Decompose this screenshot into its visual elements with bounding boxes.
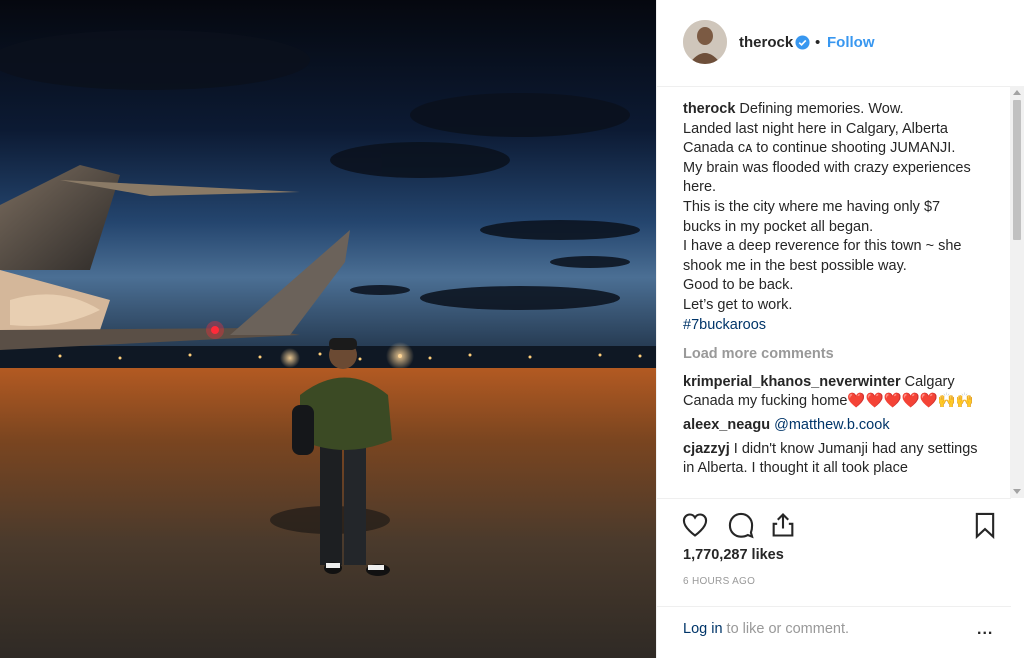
follow-button[interactable]: Follow <box>827 34 875 51</box>
post-header: therock • Follow <box>657 0 1011 87</box>
comment-username[interactable]: krimperial_khanos_neverwinter <box>683 374 901 390</box>
avatar-image <box>683 20 727 64</box>
post-footer: Log in to like or comment. ... <box>657 606 1011 659</box>
comment-item: cjazzyj I didn't know Jumanji had any se… <box>683 440 989 479</box>
more-options-button[interactable]: ... <box>977 621 993 639</box>
likes-count[interactable]: 1,770,287 likes <box>683 547 784 563</box>
caption-line: bucks in my pocket all began. <box>683 218 874 235</box>
heart-icon[interactable] <box>681 511 709 539</box>
avatar[interactable] <box>683 20 727 64</box>
post-timestamp[interactable]: 6 HOURS AGO <box>683 576 755 587</box>
hashtag-link[interactable]: #7buckaroos <box>683 317 766 333</box>
header-separator: • <box>815 34 821 51</box>
login-prompt: Log in to like or comment. <box>683 621 849 637</box>
load-more-comments-button[interactable]: Load more comments <box>683 345 989 365</box>
share-icon[interactable] <box>769 511 797 539</box>
verified-badge-icon <box>795 35 810 50</box>
caption-line: shook me in the best possible way. <box>683 257 907 274</box>
bookmark-icon[interactable] <box>971 511 999 539</box>
post-photo[interactable] <box>0 0 656 658</box>
caption-line: This is the city where me having only $7 <box>683 198 941 215</box>
caption-line: Defining memories. Wow. <box>739 101 904 117</box>
login-link[interactable]: Log in <box>683 621 723 637</box>
header-username[interactable]: therock <box>739 34 793 51</box>
caption-line: Landed last night here in Calgary, Alber… <box>683 120 948 137</box>
comment-icon[interactable] <box>727 511 755 539</box>
scrollbar-thumb[interactable] <box>1013 100 1021 240</box>
caption-line: I have a deep reverence for this town ~ … <box>683 238 962 255</box>
scroll-up-arrow-icon[interactable] <box>1013 90 1021 95</box>
comment-username[interactable]: cjazzyj <box>683 441 730 457</box>
caption-line: Let’s get to work. <box>683 296 793 313</box>
comments-list: therock Defining memories. Wow. Landed l… <box>683 100 989 496</box>
photo-scene <box>0 0 656 658</box>
comment-username[interactable]: aleex_neagu <box>683 417 770 433</box>
comments-scrollbar[interactable] <box>1010 86 1024 498</box>
caption-line: Canada ᴄᴀ to continue shooting JUMANJI. <box>683 140 956 157</box>
caption-line: here. <box>683 179 717 196</box>
scroll-down-arrow-icon[interactable] <box>1013 489 1021 494</box>
post-panel: therock • Follow therock Defining memori… <box>656 0 1024 658</box>
comment-item: aleex_neagu @matthew.b.cook <box>683 416 989 436</box>
comment-item: krimperial_khanos_neverwinter Calgary Ca… <box>683 373 989 412</box>
caption: therock Defining memories. Wow. Landed l… <box>683 100 989 335</box>
caption-line: Good to be back. <box>683 277 794 294</box>
login-prompt-text: to like or comment. <box>722 621 850 637</box>
comment-mention-link[interactable]: @matthew.b.cook <box>774 417 889 433</box>
caption-username[interactable]: therock <box>683 101 735 117</box>
caption-line: My brain was flooded with crazy experien… <box>683 159 971 176</box>
